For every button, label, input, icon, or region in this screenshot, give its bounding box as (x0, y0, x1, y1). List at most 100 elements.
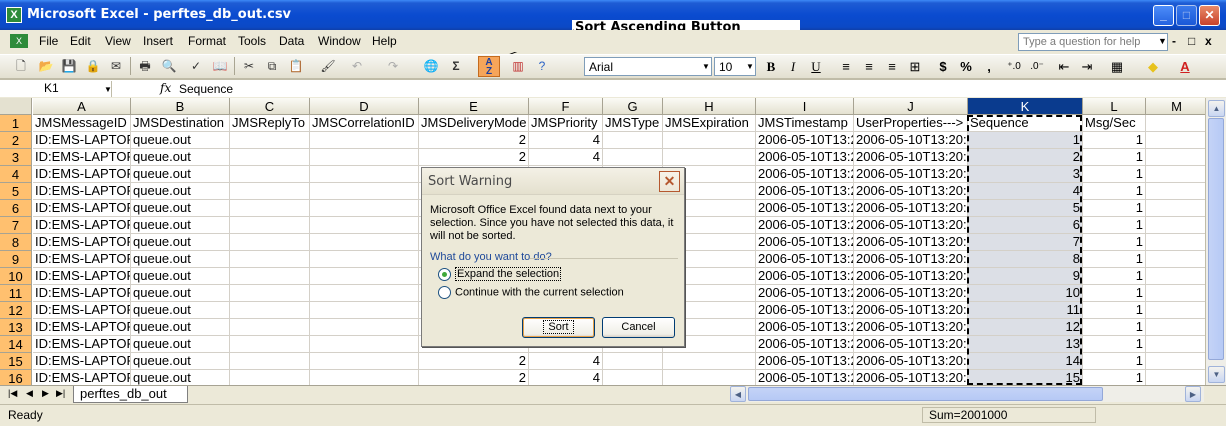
table-cell[interactable]: 4 (968, 183, 1083, 200)
first-sheet-icon[interactable]: |◀ (8, 388, 17, 399)
table-cell[interactable]: 2006-05-10T13:2 (756, 353, 854, 370)
table-cell[interactable]: 2006-05-10T13:20:2 (854, 353, 968, 370)
table-cell[interactable] (1146, 200, 1205, 217)
table-cell[interactable] (663, 132, 756, 149)
align-right-icon[interactable]: ≡ (882, 57, 902, 76)
help-icon[interactable]: ? (533, 57, 551, 75)
scroll-down-icon[interactable]: ▼ (1208, 366, 1225, 383)
table-cell[interactable]: queue.out (131, 251, 230, 268)
row-header[interactable]: 14 (0, 336, 32, 353)
column-header-f[interactable]: F (529, 98, 603, 115)
table-cell[interactable] (603, 370, 663, 385)
hyperlink-icon[interactable]: 🌐 (422, 57, 440, 75)
header-cell[interactable]: JMSMessageID (33, 115, 131, 132)
table-cell[interactable] (310, 319, 419, 336)
header-cell[interactable]: Sequence (968, 115, 1083, 132)
table-cell[interactable]: 3 (968, 166, 1083, 183)
horizontal-scroll-thumb[interactable] (748, 387, 1103, 401)
increase-decimal-icon[interactable]: ⁺.0 (1004, 57, 1024, 76)
table-cell[interactable] (1146, 234, 1205, 251)
table-cell[interactable]: queue.out (131, 200, 230, 217)
table-cell[interactable] (1146, 370, 1205, 385)
table-cell[interactable]: ID:EMS-LAPTOP (33, 336, 131, 353)
table-cell[interactable]: 1 (1083, 166, 1146, 183)
table-cell[interactable] (230, 217, 310, 234)
column-header-i[interactable]: I (756, 98, 854, 115)
table-cell[interactable]: 9 (968, 268, 1083, 285)
table-cell[interactable] (663, 353, 756, 370)
table-cell[interactable] (310, 285, 419, 302)
header-cell[interactable]: JMSCorrelationID (310, 115, 419, 132)
table-cell[interactable]: 12 (968, 319, 1083, 336)
workbook-icon[interactable]: X (10, 34, 28, 48)
table-cell[interactable] (1146, 268, 1205, 285)
table-cell[interactable] (603, 353, 663, 370)
table-cell[interactable]: 2006-05-10T13:2 (756, 200, 854, 217)
header-cell[interactable]: JMSPriority (529, 115, 603, 132)
table-cell[interactable]: ID:EMS-LAPTOP (33, 149, 131, 166)
table-cell[interactable] (230, 251, 310, 268)
dialog-close-icon[interactable]: ✕ (659, 171, 680, 192)
table-cell[interactable] (310, 370, 419, 385)
borders-icon[interactable]: ▦ (1107, 57, 1127, 76)
italic-button[interactable]: I (783, 57, 803, 76)
spelling-icon[interactable]: ✓ (187, 57, 205, 75)
table-cell[interactable]: 15 (968, 370, 1083, 385)
table-cell[interactable]: 2006-05-10T13:2 (756, 268, 854, 285)
formula-input[interactable]: Sequence (179, 82, 233, 96)
continue-selection-radio[interactable] (438, 286, 451, 299)
table-cell[interactable] (1146, 336, 1205, 353)
undo-icon[interactable]: ↶ (348, 57, 366, 75)
table-cell[interactable]: 11 (968, 302, 1083, 319)
decrease-decimal-icon[interactable]: .0⁻ (1027, 57, 1047, 76)
table-cell[interactable]: 13 (968, 336, 1083, 353)
table-cell[interactable]: 2 (419, 149, 529, 166)
menu-help[interactable]: Help (372, 34, 397, 48)
menu-edit[interactable]: Edit (70, 34, 91, 48)
chart-wizard-icon[interactable]: ▥ (509, 57, 527, 75)
underline-button[interactable]: U (806, 57, 826, 76)
table-cell[interactable] (230, 183, 310, 200)
column-header-c[interactable]: C (230, 98, 310, 115)
table-cell[interactable] (230, 319, 310, 336)
paste-icon[interactable]: 📋 (287, 57, 305, 75)
table-cell[interactable]: 2006-05-10T13:2 (756, 166, 854, 183)
table-cell[interactable] (230, 353, 310, 370)
table-cell[interactable]: 1 (1083, 200, 1146, 217)
expand-selection-radio[interactable] (438, 268, 451, 281)
table-cell[interactable]: 2006-05-10T13:20:1 (854, 200, 968, 217)
table-cell[interactable]: queue.out (131, 149, 230, 166)
currency-button[interactable]: $ (933, 57, 953, 76)
bold-button[interactable]: B (761, 57, 781, 76)
table-cell[interactable] (230, 200, 310, 217)
doc-restore-button[interactable]: □ (1188, 34, 1195, 48)
table-cell[interactable] (310, 251, 419, 268)
header-cell[interactable]: Msg/Sec (1083, 115, 1146, 132)
table-cell[interactable] (310, 149, 419, 166)
table-cell[interactable]: 2006-05-10T13:2 (756, 302, 854, 319)
row-header[interactable]: 16 (0, 370, 32, 385)
table-cell[interactable]: 2 (968, 149, 1083, 166)
table-cell[interactable]: 2006-05-10T13:2 (756, 285, 854, 302)
column-header-b[interactable]: B (131, 98, 230, 115)
table-cell[interactable]: 1 (968, 132, 1083, 149)
table-cell[interactable] (603, 149, 663, 166)
table-cell[interactable]: 4 (529, 132, 603, 149)
table-cell[interactable]: queue.out (131, 166, 230, 183)
table-cell[interactable]: ID:EMS-LAPTOP (33, 251, 131, 268)
table-cell[interactable]: 2006-05-10T13:2 (756, 370, 854, 385)
header-cell[interactable]: JMSExpiration (663, 115, 756, 132)
vertical-scroll-thumb[interactable] (1208, 118, 1224, 360)
continue-selection-option[interactable]: Continue with the current selection (438, 286, 624, 299)
print-icon[interactable]: 🖶 (136, 57, 154, 75)
table-cell[interactable]: ID:EMS-LAPTOP (33, 370, 131, 385)
table-cell[interactable] (310, 234, 419, 251)
table-cell[interactable]: 2006-05-10T13:2 (756, 251, 854, 268)
table-cell[interactable] (310, 353, 419, 370)
row-header[interactable]: 8 (0, 234, 32, 251)
row-header[interactable]: 6 (0, 200, 32, 217)
table-cell[interactable] (1146, 285, 1205, 302)
column-header-m[interactable]: M (1146, 98, 1205, 115)
help-dropdown-icon[interactable]: ▼ (1158, 36, 1167, 46)
table-cell[interactable]: 4 (529, 370, 603, 385)
